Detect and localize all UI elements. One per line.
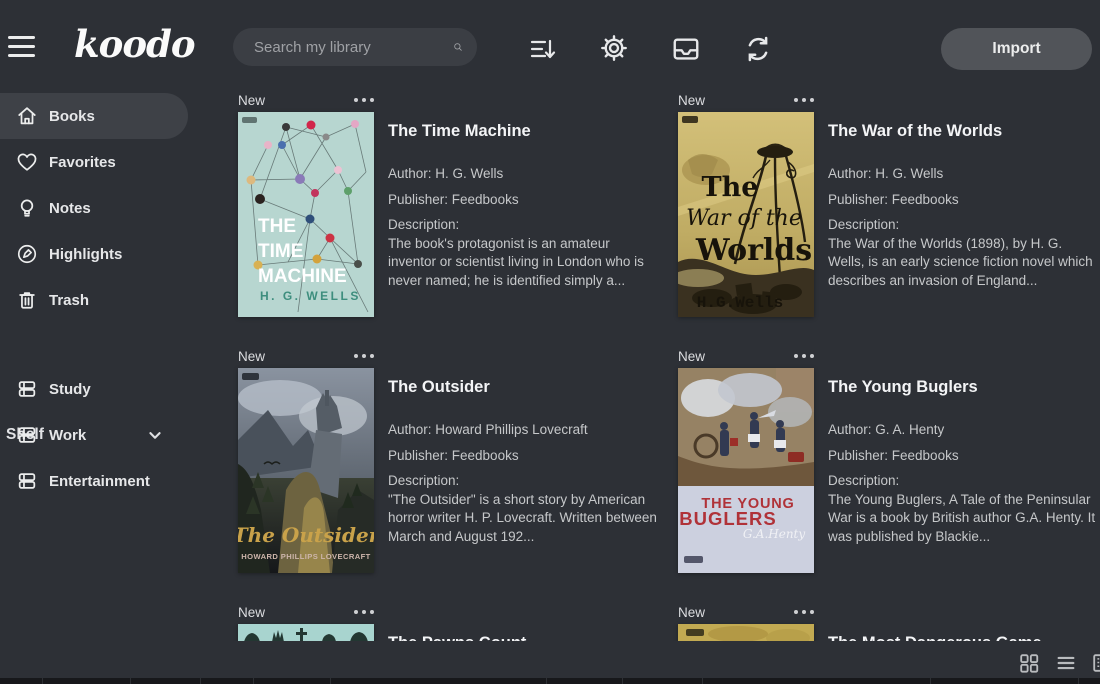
book-card: New The Pawns Count [238, 602, 678, 641]
more-menu-icon[interactable] [794, 94, 814, 106]
sidebar-item-study[interactable]: Study [0, 366, 188, 412]
book-author: Author: G. A. Henty [828, 422, 945, 437]
book-card: New The Most Dangerous Game [678, 602, 1100, 641]
book-author: Author: H. G. Wells [828, 166, 944, 181]
cover-text: TIME [258, 241, 303, 262]
trash-icon [19, 292, 35, 309]
new-badge: New [238, 92, 266, 108]
sidebar-item-label: Work [49, 426, 87, 444]
new-badge: New [238, 348, 266, 364]
more-menu-icon[interactable] [354, 350, 374, 362]
book-title[interactable]: The Outsider [388, 376, 660, 398]
book-publisher: Publisher: Feedbooks [828, 448, 959, 463]
book-cover[interactable]: THE YOUNG BUGLERS G.A.Henty [678, 368, 814, 573]
book-card: New [238, 90, 678, 317]
cover-text: BUGLERS [679, 508, 776, 529]
book-cover[interactable]: THE TIME MACHINE H. G. WELLS [238, 112, 374, 317]
cover-text: MACHINE [258, 266, 347, 287]
book-cover[interactable] [678, 624, 814, 641]
more-menu-icon[interactable] [794, 606, 814, 618]
book-author: Author: Howard Phillips Lovecraft [388, 422, 588, 437]
shelf-icon [18, 473, 36, 489]
new-badge: New [678, 604, 706, 620]
book-title[interactable]: The Young Buglers [828, 376, 1100, 398]
book-publisher: Publisher: Feedbooks [388, 448, 519, 463]
search-input[interactable] [254, 38, 453, 56]
taskbar-edge [0, 678, 1100, 684]
home-icon [18, 107, 36, 125]
shelf-icon [18, 381, 36, 397]
sort-icon[interactable] [528, 34, 558, 64]
more-menu-icon[interactable] [354, 94, 374, 106]
book-title[interactable]: The Most Dangerous Game [828, 632, 1100, 641]
book-author: Author: H. G. Wells [388, 166, 504, 181]
grid-view-icon[interactable] [1018, 652, 1040, 674]
cover-view-icon[interactable] [1091, 652, 1100, 674]
book-title[interactable]: The War of the Worlds [828, 120, 1100, 142]
book-card: New [238, 346, 678, 573]
sidebar-item-label: Books [49, 107, 95, 125]
heart-icon [17, 153, 37, 171]
book-description: The book's protagonist is an amateur inv… [388, 235, 644, 288]
import-button[interactable]: Import [941, 28, 1092, 70]
sidebar-item-label: Favorites [49, 153, 116, 171]
book-publisher: Publisher: Feedbooks [388, 192, 519, 207]
book-cover[interactable] [238, 624, 374, 641]
cover-text: THE [258, 216, 296, 237]
cover-text: The [702, 172, 759, 203]
shelf-icon [18, 427, 36, 443]
sidebar-item-trash[interactable]: Trash [0, 277, 188, 323]
lightbulb-icon [20, 199, 34, 217]
description-label: Description: [388, 473, 460, 488]
book-title[interactable]: The Time Machine [388, 120, 660, 142]
more-menu-icon[interactable] [794, 350, 814, 362]
cover-text: War of the [686, 206, 802, 231]
sidebar-item-label: Highlights [49, 245, 123, 263]
sidebar-item-entertainment[interactable]: Entertainment [0, 458, 188, 504]
cover-author: H.G.Wells [697, 294, 783, 312]
menu-icon[interactable] [8, 36, 35, 59]
book-description: "The Outsider" is a short story by Ameri… [388, 491, 657, 544]
sidebar-item-label: Entertainment [49, 472, 150, 490]
inbox-icon[interactable] [671, 34, 701, 64]
sidebar-item-label: Notes [49, 199, 91, 217]
sidebar-item-label: Study [49, 380, 91, 398]
cover-text: Worlds [695, 233, 812, 268]
sidebar-item-work[interactable]: Work [0, 412, 188, 458]
more-menu-icon[interactable] [354, 606, 374, 618]
book-description: The Young Buglers, A Tale of the Peninsu… [828, 491, 1096, 544]
app-logo: koodo [74, 22, 196, 66]
book-cover[interactable]: The Outsider HOWARD PHILLIPS LOVECRAFT [238, 368, 374, 573]
new-badge: New [678, 348, 706, 364]
description-label: Description: [828, 217, 900, 232]
list-view-icon[interactable] [1055, 652, 1077, 674]
book-publisher: Publisher: Feedbooks [828, 192, 959, 207]
sync-icon[interactable] [743, 34, 773, 64]
sidebar-item-highlights[interactable]: Highlights [0, 231, 188, 277]
cover-author: G.A.Henty [743, 527, 806, 541]
search-bar[interactable] [233, 28, 477, 66]
top-bar: koodo Import [0, 0, 1100, 88]
sidebar-item-books[interactable]: Books [0, 93, 188, 139]
cover-text: The Outsider [238, 523, 374, 547]
book-card: New [678, 346, 1100, 573]
book-title[interactable]: The Pawns Count [388, 632, 660, 641]
cover-author: HOWARD PHILLIPS LOVECRAFT [241, 552, 370, 561]
book-cover[interactable]: The War of the Worlds H.G.Wells [678, 112, 814, 317]
settings-gear-icon[interactable] [599, 33, 629, 63]
cover-author: H. G. WELLS [260, 289, 361, 303]
new-badge: New [238, 604, 266, 620]
search-icon[interactable] [453, 37, 463, 57]
book-card: New [678, 90, 1100, 317]
view-mode-bar [0, 648, 1100, 678]
new-badge: New [678, 92, 706, 108]
sidebar-item-favorites[interactable]: Favorites [0, 139, 188, 185]
book-description: The War of the Worlds (1898), by H. G. W… [828, 235, 1093, 288]
description-label: Description: [388, 217, 460, 232]
highlighter-icon [17, 244, 37, 264]
description-label: Description: [828, 473, 900, 488]
sidebar-item-label: Trash [49, 291, 90, 309]
sidebar-item-notes[interactable]: Notes [0, 185, 188, 231]
